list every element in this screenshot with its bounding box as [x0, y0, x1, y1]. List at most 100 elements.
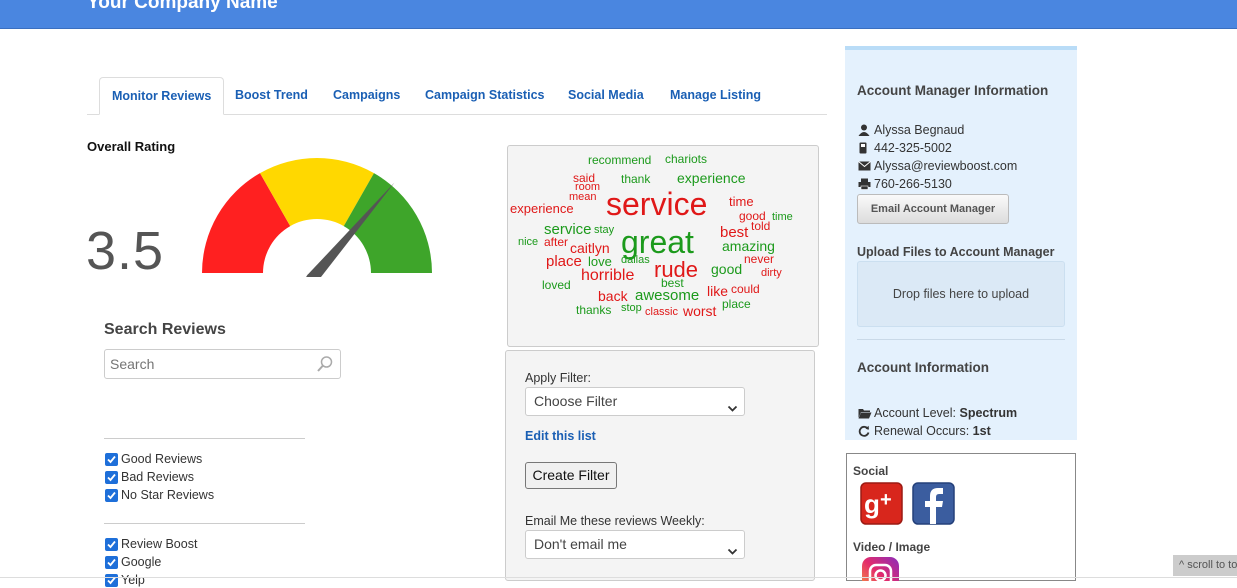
apply-filter-label: Apply Filter: — [525, 371, 591, 385]
word-cloud: recommend chariots said thank experience room… — [507, 145, 819, 347]
checkbox-label: Bad Reviews — [121, 470, 194, 484]
scroll-to-top-button[interactable]: ^ scroll to top — [1173, 555, 1237, 576]
checkbox-yelp[interactable]: Yelp — [105, 572, 145, 588]
account-sidebar — [845, 46, 1077, 440]
search-icon[interactable] — [316, 355, 334, 378]
word-cloud-term[interactable]: like — [707, 284, 728, 298]
search-reviews-title: Search Reviews — [104, 321, 226, 338]
word-cloud-term[interactable]: chariots — [665, 153, 707, 165]
tab-monitor-reviews[interactable]: Monitor Reviews — [99, 77, 225, 115]
folder-open-icon — [858, 408, 872, 419]
word-cloud-term[interactable]: amazing — [722, 239, 775, 253]
tab-social-media[interactable]: Social Media — [556, 77, 656, 115]
bottom-rule — [0, 577, 1237, 578]
checkbox-no-star-reviews[interactable]: No Star Reviews — [105, 487, 214, 503]
create-filter-button[interactable]: Create Filter — [525, 462, 617, 489]
svg-text:g: g — [864, 489, 880, 519]
word-cloud-term[interactable]: could — [731, 283, 760, 295]
checkbox-checked-icon[interactable] — [105, 470, 118, 484]
refresh-icon — [858, 425, 872, 437]
word-cloud-term[interactable]: dirty — [761, 268, 782, 279]
upload-dropzone[interactable]: Drop files here to upload — [857, 261, 1065, 327]
word-cloud-term[interactable]: stop — [621, 303, 642, 314]
manager-email: Alyssa@reviewboost.com — [858, 159, 1017, 173]
checkbox-label: Review Boost — [121, 537, 198, 551]
envelope-icon — [858, 161, 872, 171]
edit-list-link[interactable]: Edit this list — [525, 429, 596, 443]
account-level-value: Spectrum — [959, 406, 1018, 420]
word-cloud-term[interactable]: time — [772, 212, 793, 223]
chevron-down-icon — [727, 539, 738, 566]
manager-phone-text: 442-325-5002 — [874, 141, 952, 155]
svg-text:+: + — [880, 489, 892, 511]
choose-filter-select[interactable]: Choose Filter — [525, 387, 745, 416]
email-weekly-label: Email Me these reviews Weekly: — [525, 514, 705, 528]
user-icon — [858, 124, 872, 136]
manager-fax: 760-266-5130 — [858, 177, 952, 191]
word-cloud-term[interactable]: service — [606, 188, 707, 220]
account-level-label: Account Level: — [874, 406, 956, 420]
word-cloud-term[interactable]: never — [744, 253, 774, 265]
word-cloud-term[interactable]: back — [598, 289, 628, 303]
checkbox-review-boost[interactable]: Review Boost — [105, 536, 197, 552]
word-cloud-term[interactable]: stay — [594, 225, 614, 236]
email-account-manager-button[interactable]: Email Account Manager — [857, 194, 1009, 224]
chevron-down-icon — [727, 396, 738, 423]
tab-boost-trend[interactable]: Boost Trend — [223, 77, 320, 115]
word-cloud-term[interactable]: loved — [542, 279, 571, 291]
facebook-icon[interactable] — [912, 482, 955, 530]
word-cloud-term[interactable]: told — [751, 220, 770, 232]
word-cloud-term[interactable]: time — [729, 195, 754, 208]
email-frequency-select[interactable]: Don't email me — [525, 530, 745, 559]
word-cloud-term[interactable]: place — [722, 298, 751, 310]
word-cloud-term[interactable]: recommend — [588, 154, 651, 166]
rating-gauge — [202, 158, 432, 277]
word-cloud-term[interactable]: dallas — [621, 255, 650, 266]
social-title: Social — [853, 464, 889, 478]
search-input[interactable] — [105, 350, 305, 378]
choose-filter-value: Choose Filter — [534, 393, 618, 409]
word-cloud-term[interactable]: experience — [510, 202, 574, 215]
checkbox-google[interactable]: Google — [105, 554, 161, 570]
manager-phone: 442-325-5002 — [858, 141, 952, 155]
word-cloud-term[interactable]: awesome — [635, 288, 699, 303]
tab-campaigns[interactable]: Campaigns — [321, 77, 412, 115]
account-manager-title: Account Manager Information — [857, 83, 1049, 98]
manager-email-text[interactable]: Alyssa@reviewboost.com — [874, 159, 1017, 173]
word-cloud-term[interactable]: good — [711, 262, 742, 276]
checkbox-checked-icon[interactable] — [105, 452, 118, 466]
checkbox-label: Google — [121, 555, 162, 569]
manager-name: Alyssa Begnaud — [858, 123, 964, 137]
checkbox-checked-icon[interactable] — [105, 537, 118, 551]
upload-files-title: Upload Files to Account Manager — [857, 245, 1055, 259]
filter-divider — [104, 438, 305, 439]
word-cloud-term[interactable]: thank — [621, 173, 650, 185]
tab-manage-listing[interactable]: Manage Listing — [658, 77, 773, 115]
word-cloud-term[interactable]: classic — [645, 307, 678, 318]
account-level: Account Level: Spectrum — [858, 406, 1017, 420]
manager-fax-text: 760-266-5130 — [874, 177, 952, 191]
search-box — [104, 349, 341, 379]
checkbox-label: No Star Reviews — [121, 488, 215, 502]
word-cloud-term[interactable]: thanks — [576, 304, 611, 316]
checkbox-checked-icon[interactable] — [105, 555, 118, 569]
checkbox-bad-reviews[interactable]: Bad Reviews — [105, 469, 194, 485]
word-cloud-term[interactable]: nice — [518, 237, 538, 248]
renewal-label: Renewal Occurs: — [874, 424, 970, 438]
tab-campaign-statistics[interactable]: Campaign Statistics — [413, 77, 556, 115]
word-cloud-term[interactable]: worst — [683, 304, 716, 318]
word-cloud-term[interactable]: place — [546, 254, 582, 269]
checkbox-checked-icon[interactable] — [105, 488, 118, 502]
checkbox-checked-icon[interactable] — [105, 573, 118, 587]
renewal-value: 1st — [972, 424, 991, 438]
word-cloud-term[interactable]: after — [544, 236, 568, 248]
instagram-icon[interactable] — [862, 557, 899, 588]
google-plus-icon[interactable]: g + — [860, 482, 903, 530]
checkbox-good-reviews[interactable]: Good Reviews — [105, 451, 202, 467]
word-cloud-term[interactable]: experience — [677, 171, 746, 185]
word-cloud-term[interactable]: horrible — [581, 268, 634, 284]
overall-rating-value: 3.5 — [86, 221, 165, 281]
manager-name-text: Alyssa Begnaud — [874, 123, 965, 137]
top-header-bar: Your Company Name — [0, 0, 1237, 29]
company-name: Your Company Name — [87, 0, 278, 13]
